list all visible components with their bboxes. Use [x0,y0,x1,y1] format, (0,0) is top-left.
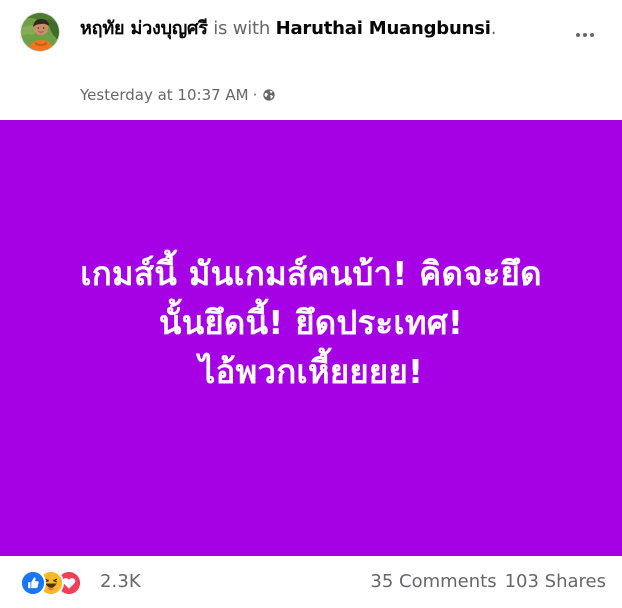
post-message: เกมส์นี้ มันเกมส์คนบ้า! คิดจะยึด นั้นยึด… [31,249,591,396]
post-line: เกมส์นี้ มันเกมส์คนบ้า! คิดจะยึด [80,253,542,293]
reaction-summary[interactable]: 2.3K [20,568,141,596]
post-line: นั้นยึดนี้! ยึดประเทศ! [158,302,464,342]
facebook-post: หฤทัย ม่วงบุญศรี is with Haruthai Muangb… [0,0,622,608]
tagged-suffix: . [490,18,497,39]
ellipsis-icon [575,33,596,37]
post-line: ไอ้พวกเหี้ยยยย! [198,351,424,391]
post-timestamp[interactable]: Yesterday at 10:37 AM [80,86,249,104]
post-engagement-bar: 2.3K 35 Comments 103 Shares [0,556,622,608]
with-text: is with [213,18,271,39]
comments-link[interactable]: 35 Comments [370,571,496,592]
author-avatar[interactable] [20,12,60,52]
post-content-card[interactable]: เกมส์นี้ มันเกมส์คนบ้า! คิดจะยึด นั้นยึด… [0,120,622,556]
like-icon [20,570,46,596]
reaction-count[interactable]: 2.3K [100,571,141,592]
tagged-person[interactable]: Haruthai Muangbunsi [276,18,491,39]
metadata-separator: · [252,86,258,104]
post-header: หฤทัย ม่วงบุญศรี is with Haruthai Muangb… [0,0,622,120]
post-author-line: หฤทัย ม่วงบุญศรี is with Haruthai Muangb… [80,14,550,44]
globe-icon[interactable] [262,88,276,102]
author-name[interactable]: หฤทัย ม่วงบุญศรี [80,18,208,39]
engagement-links: 35 Comments 103 Shares [370,568,606,594]
reaction-icons [20,569,90,596]
shares-link[interactable]: 103 Shares [505,571,606,592]
post-metadata: Yesterday at 10:37 AM · [80,83,276,107]
more-options-button[interactable] [568,24,602,46]
